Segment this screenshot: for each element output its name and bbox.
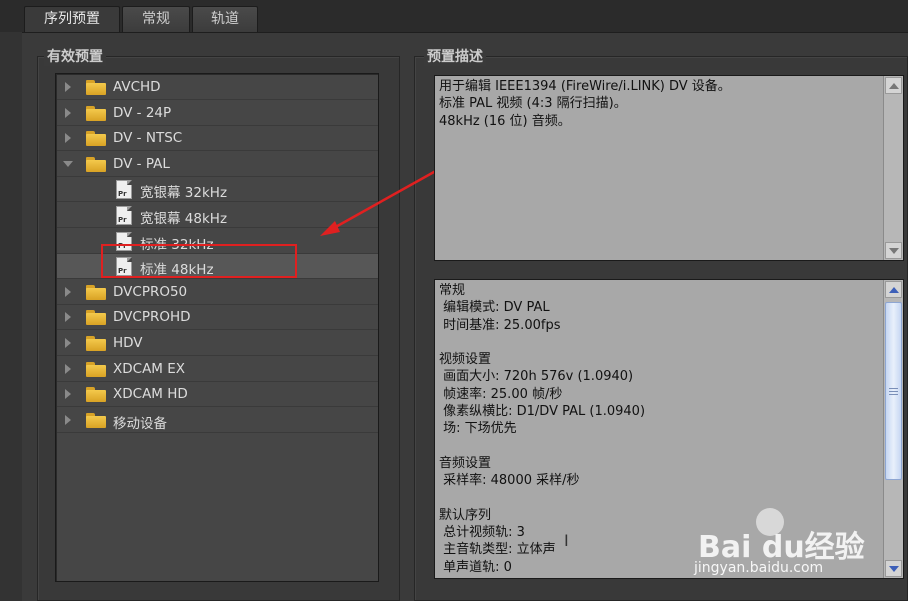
- preset-info-text: 常规 编辑模式: DV PAL 时间基准: 25.00fps 视频设置 画面大小…: [439, 283, 646, 575]
- scroll-up-arrow-icon[interactable]: [885, 77, 902, 94]
- watermark-url: jingyan.baidu.com: [694, 560, 824, 576]
- text-cursor-icon: I: [564, 531, 569, 550]
- scroll-up-arrow-icon[interactable]: [885, 281, 902, 298]
- scroll-thumb[interactable]: [885, 302, 902, 480]
- preset-description-box[interactable]: 用于编辑 IEEE1394 (FireWire/i.LINK) DV 设备。 标…: [434, 75, 904, 261]
- description-scrollbar[interactable]: [883, 76, 903, 260]
- preset-description-text: 用于编辑 IEEE1394 (FireWire/i.LINK) DV 设备。 标…: [439, 79, 731, 129]
- scroll-down-arrow-icon[interactable]: [885, 242, 902, 259]
- baidu-watermark: Bai du经验 jingyan.baidu.com: [692, 508, 865, 583]
- grip-icon: [889, 388, 898, 395]
- scroll-down-arrow-icon[interactable]: [885, 560, 902, 577]
- info-scrollbar[interactable]: [883, 280, 903, 578]
